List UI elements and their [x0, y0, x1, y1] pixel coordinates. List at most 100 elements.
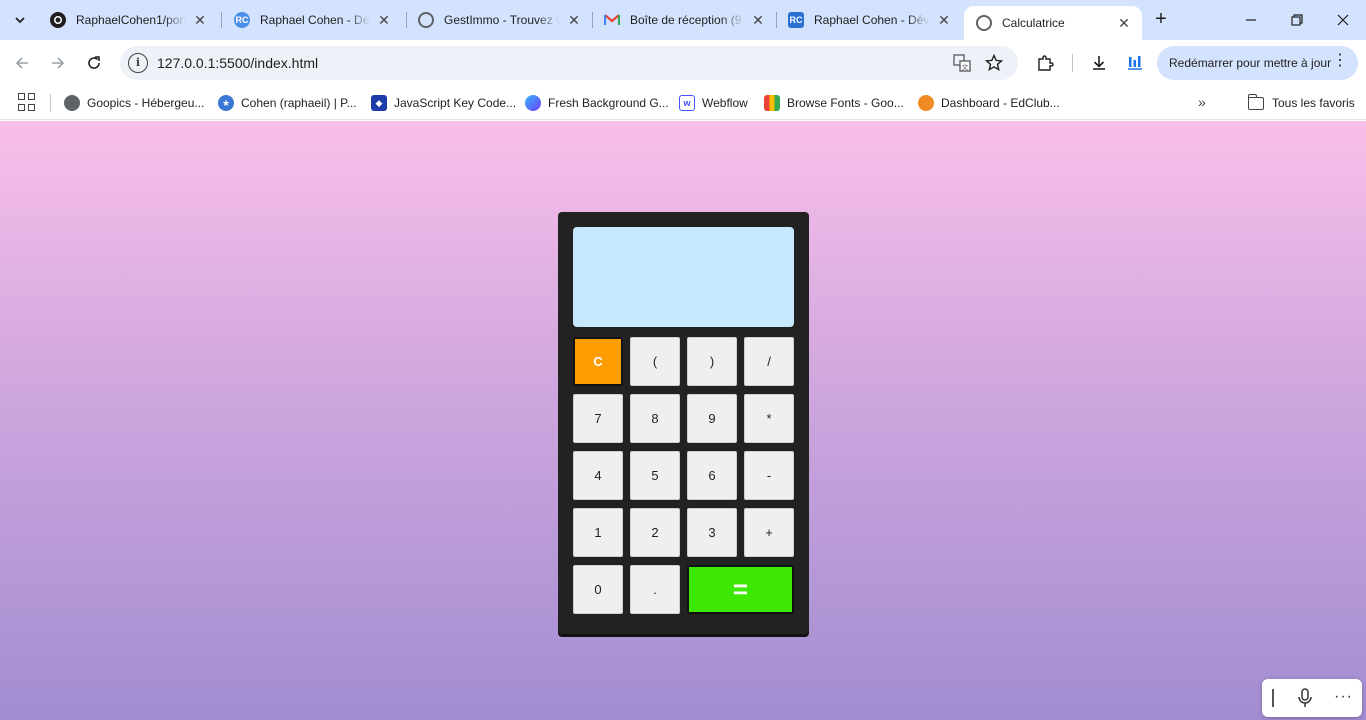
- calculator-display: [573, 227, 794, 327]
- more-horizontal-icon[interactable]: ···: [1334, 688, 1353, 706]
- digit-2-button[interactable]: 2: [630, 508, 680, 557]
- bookmark-star-icon[interactable]: [984, 53, 1004, 73]
- bookmark-google-fonts[interactable]: Browse Fonts - Goo...: [764, 86, 904, 120]
- calculator: C ( ) / 7 8 9 * 4 5 6 - 1 2 3 + 0 . =: [558, 212, 809, 634]
- minimize-icon: [1246, 19, 1256, 21]
- digit-0-button[interactable]: 0: [573, 565, 623, 614]
- open-paren-button[interactable]: (: [630, 337, 680, 386]
- folder-icon: [1247, 93, 1264, 110]
- microphone-icon[interactable]: [1296, 688, 1314, 708]
- browser-toolbar: i 127.0.0.1:5500/index.html 文 Redémarrer…: [0, 40, 1366, 86]
- tab-gmail[interactable]: Boîte de réception (9 ✕: [592, 0, 776, 40]
- address-bar[interactable]: i 127.0.0.1:5500/index.html 文: [120, 46, 1018, 80]
- download-icon: [1093, 56, 1105, 70]
- digit-4-button[interactable]: 4: [573, 451, 623, 500]
- minimize-button[interactable]: [1228, 0, 1274, 40]
- svg-text:文: 文: [962, 63, 969, 72]
- rc-logo-icon: RC: [788, 12, 804, 28]
- equals-button[interactable]: =: [687, 565, 794, 614]
- all-bookmarks-button[interactable]: Tous les favoris: [1247, 86, 1355, 120]
- translate-icon[interactable]: 文: [952, 53, 972, 73]
- all-bookmarks-label: Tous les favoris: [1272, 96, 1355, 110]
- arrow-right-icon: [52, 57, 65, 69]
- google-fonts-icon: [764, 95, 780, 111]
- close-icon[interactable]: ✕: [1116, 15, 1132, 31]
- globe-icon: [64, 95, 80, 111]
- bookmarks-divider: [50, 94, 51, 112]
- update-restart-button[interactable]: Redémarrer pour mettre à jour ⋮: [1157, 46, 1358, 80]
- tab-title: RaphaelCohen1/portf: [76, 13, 186, 27]
- close-icon[interactable]: ✕: [192, 12, 208, 28]
- close-icon[interactable]: ✕: [936, 12, 952, 28]
- github-icon: [50, 12, 66, 28]
- tab-title: Raphael Cohen - Dév: [814, 13, 930, 27]
- close-paren-button[interactable]: ): [687, 337, 737, 386]
- more-menu-icon[interactable]: ⋮: [1332, 53, 1348, 69]
- bookmark-label: Webflow: [702, 96, 748, 110]
- arrow-left-icon: [15, 57, 28, 69]
- new-tab-button[interactable]: +: [1150, 9, 1172, 31]
- gmail-icon: [604, 12, 620, 28]
- floating-voice-toolbar: ···: [1262, 679, 1362, 717]
- digit-1-button[interactable]: 1: [573, 508, 623, 557]
- restore-icon: [1291, 14, 1303, 26]
- window-close-button[interactable]: [1320, 0, 1366, 40]
- tab-portfolio-1[interactable]: RC Raphael Cohen - Dév ✕: [222, 0, 402, 40]
- tab-title: Calculatrice: [1002, 16, 1065, 30]
- bookmark-webflow[interactable]: w Webflow: [679, 86, 748, 120]
- close-icon[interactable]: ✕: [376, 12, 392, 28]
- keycode-icon: ◆: [371, 95, 387, 111]
- multiply-button[interactable]: *: [744, 394, 794, 443]
- add-button[interactable]: +: [744, 508, 794, 557]
- tab-strip: RaphaelCohen1/portf ✕ RC Raphael Cohen -…: [0, 0, 1366, 40]
- webflow-icon: w: [679, 95, 695, 111]
- clear-button[interactable]: C: [573, 337, 623, 386]
- downloads-button[interactable]: [1085, 49, 1113, 77]
- divide-button[interactable]: /: [744, 337, 794, 386]
- bookmark-fresh-background[interactable]: Fresh Background G...: [525, 86, 669, 120]
- digit-6-button[interactable]: 6: [687, 451, 737, 500]
- drag-handle[interactable]: [1272, 689, 1274, 707]
- forward-button[interactable]: [44, 49, 72, 77]
- digit-5-button[interactable]: 5: [630, 451, 680, 500]
- globe-icon: [418, 12, 434, 28]
- reload-button[interactable]: [80, 49, 108, 77]
- tab-calculatrice[interactable]: Calculatrice ✕: [964, 6, 1142, 40]
- tab-github[interactable]: RaphaelCohen1/portf ✕: [38, 0, 218, 40]
- tab-gestimmo[interactable]: GestImmo - Trouvez v ✕: [406, 0, 592, 40]
- digit-9-button[interactable]: 9: [687, 394, 737, 443]
- puzzle-icon: [1038, 55, 1054, 71]
- extension-chart-icon: [1128, 56, 1142, 70]
- close-icon[interactable]: ✕: [750, 12, 766, 28]
- bookmarks-bar: Goopics - Hébergeu... ★ Cohen (raphaeil)…: [0, 86, 1366, 120]
- bookmark-goopics[interactable]: Goopics - Hébergeu...: [64, 86, 204, 120]
- extension-pinned-button[interactable]: [1121, 49, 1149, 77]
- site-info-icon[interactable]: i: [128, 53, 148, 73]
- bookmark-edclub[interactable]: Dashboard - EdClub...: [918, 86, 1060, 120]
- tab-search-button[interactable]: [8, 8, 32, 32]
- extensions-button[interactable]: [1031, 49, 1059, 77]
- restore-button[interactable]: [1274, 0, 1320, 40]
- digit-8-button[interactable]: 8: [630, 394, 680, 443]
- back-button[interactable]: [8, 49, 36, 77]
- address-url[interactable]: 127.0.0.1:5500/index.html: [157, 55, 318, 71]
- bookmark-keycode[interactable]: ◆ JavaScript Key Code...: [371, 86, 516, 120]
- toolbar-divider: [1072, 54, 1073, 72]
- star-badge-icon: ★: [218, 95, 234, 111]
- tab-title: Boîte de réception (9: [630, 13, 742, 27]
- bookmark-label: Goopics - Hébergeu...: [87, 96, 205, 110]
- tab-portfolio-2[interactable]: RC Raphael Cohen - Dév ✕: [776, 0, 962, 40]
- digit-3-button[interactable]: 3: [687, 508, 737, 557]
- globe-icon: [976, 15, 992, 31]
- apps-grid-icon[interactable]: [18, 93, 36, 111]
- bookmark-cohen[interactable]: ★ Cohen (raphaeil) | P...: [218, 86, 357, 120]
- bookmark-label: JavaScript Key Code...: [394, 96, 517, 110]
- bookmark-label: Cohen (raphaeil) | P...: [241, 96, 357, 110]
- chevron-double-right-icon[interactable]: »: [1198, 94, 1206, 110]
- close-icon[interactable]: ✕: [566, 12, 582, 28]
- subtract-button[interactable]: -: [744, 451, 794, 500]
- decimal-point-button[interactable]: .: [630, 565, 680, 614]
- chevron-down-icon: [15, 17, 25, 24]
- bookmark-label: Browse Fonts - Goo...: [787, 96, 904, 110]
- digit-7-button[interactable]: 7: [573, 394, 623, 443]
